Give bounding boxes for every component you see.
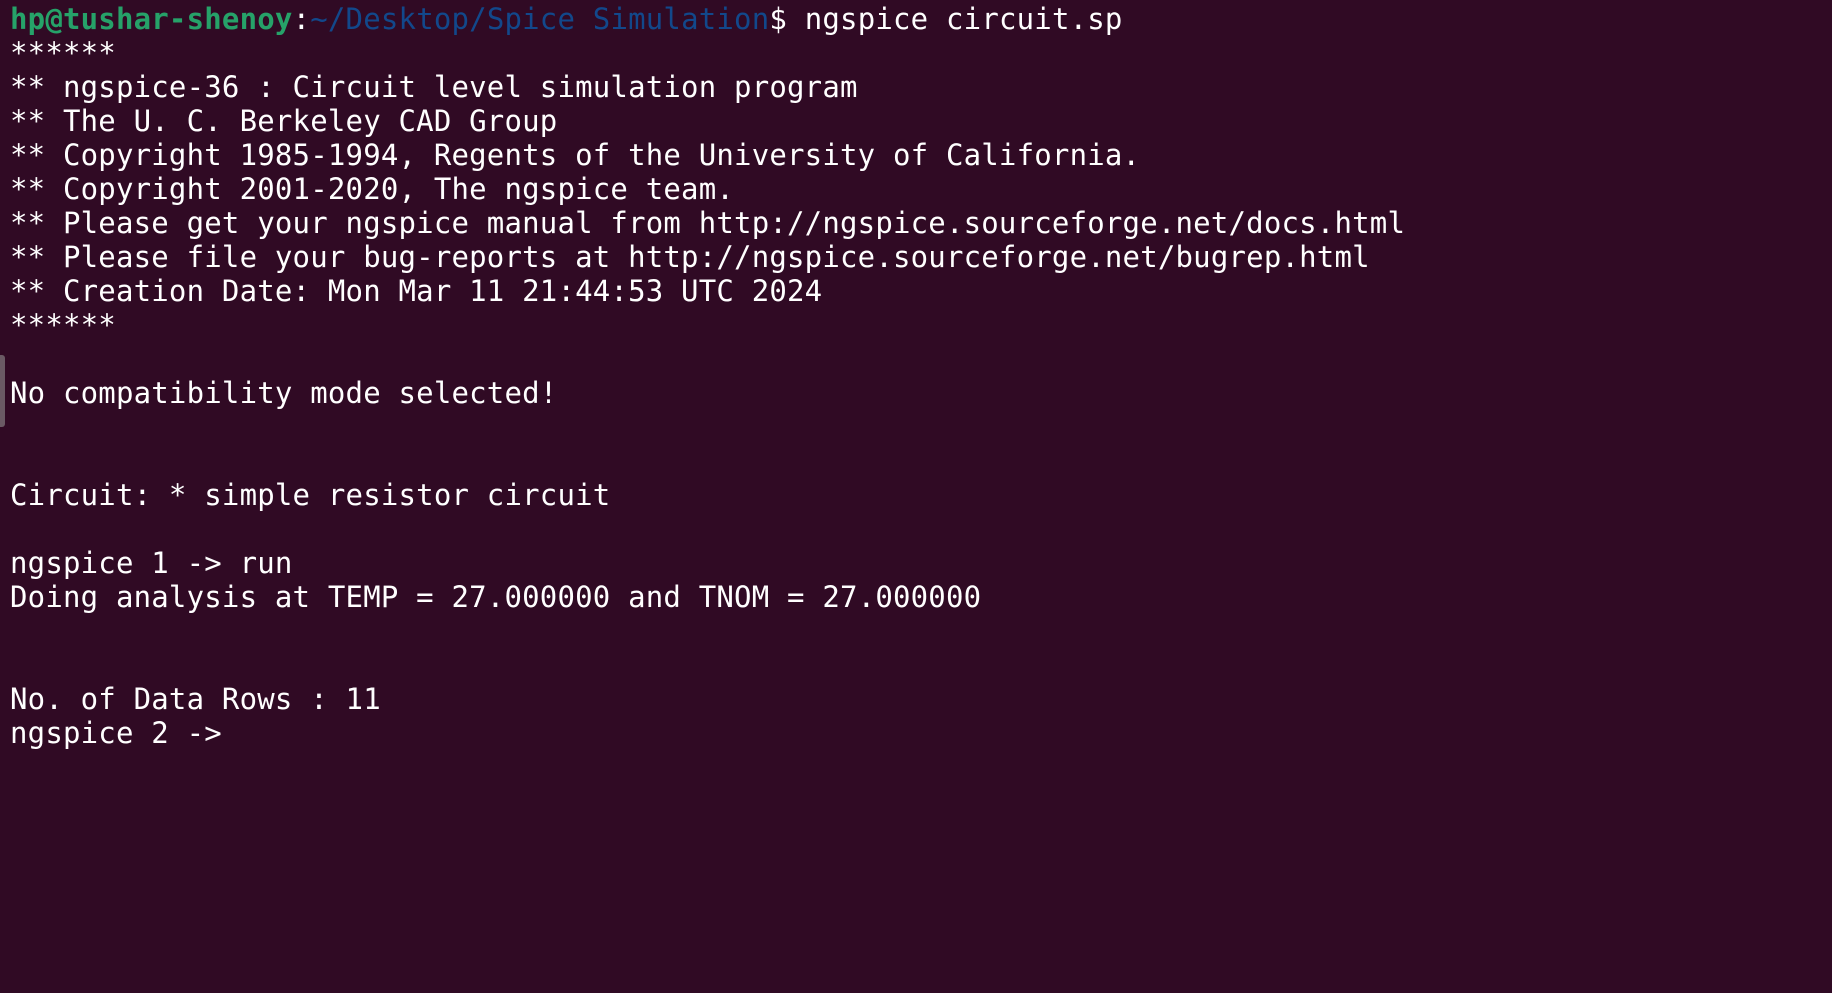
output-line: No. of Data Rows : 11: [10, 682, 381, 716]
output-line: Doing analysis at TEMP = 27.000000 and T…: [10, 580, 982, 614]
output-line: Circuit: * simple resistor circuit: [10, 478, 611, 512]
output-line: ******: [10, 308, 116, 342]
prompt-path: ~/Desktop/Spice Simulation: [310, 2, 770, 36]
output-line: ** Copyright 2001-2020, The ngspice team…: [10, 172, 735, 206]
output-line: ** The U. C. Berkeley CAD Group: [10, 104, 558, 138]
prompt-dollar: $: [769, 2, 788, 36]
output-line: No compatibility mode selected!: [10, 376, 558, 410]
input-prompt-line[interactable]: ngspice 2 ->: [10, 716, 1832, 750]
output-line: ** Please file your bug-reports at http:…: [10, 240, 1370, 274]
prompt-line: hp@tushar-shenoy:~/Desktop/Spice Simulat…: [10, 2, 1832, 36]
output-line: ** Please get your ngspice manual from h…: [10, 206, 1406, 240]
output-line: ngspice 1 -> run: [10, 546, 293, 580]
prompt-user-host: hp@tushar-shenoy: [10, 2, 293, 36]
output-line: ** ngspice-36 : Circuit level simulation…: [10, 70, 858, 104]
terminal-window[interactable]: hp@tushar-shenoy:~/Desktop/Spice Simulat…: [0, 0, 1832, 993]
scrollbar-handle[interactable]: [0, 355, 5, 427]
output-line: ** Creation Date: Mon Mar 11 21:44:53 UT…: [10, 274, 823, 308]
command-text: ngspice circuit.sp: [787, 2, 1123, 36]
output-line: ** Copyright 1985-1994, Regents of the U…: [10, 138, 1141, 172]
prompt-separator: :: [292, 2, 311, 36]
output-line: ******: [10, 36, 116, 70]
